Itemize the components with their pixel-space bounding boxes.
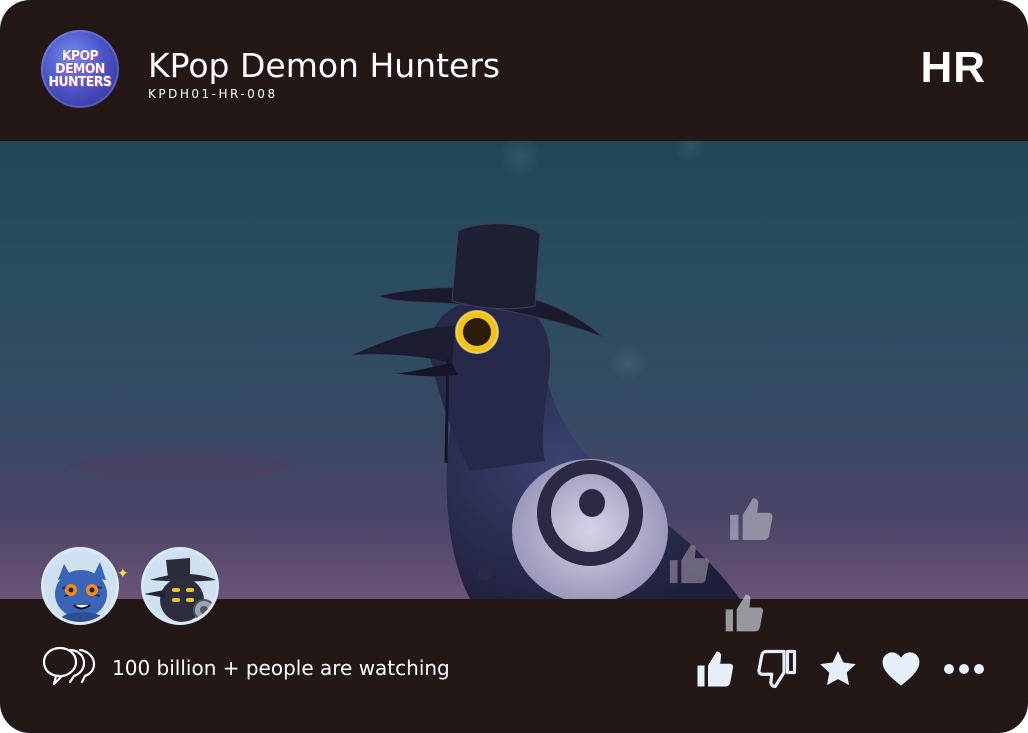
tiger-avatar-icon[interactable] [41,547,119,625]
card-title: KPop Demon Hunters [148,46,501,85]
thumbs-up-icon [669,544,709,584]
thumbs-up-icon [730,498,773,540]
card-artwork [0,141,1028,599]
speech-bubbles-icon [42,646,96,686]
thumbs-up-icon[interactable] [694,648,736,690]
kpop-demon-hunters-logo: KPOP DEMON HUNTERS [41,30,119,108]
trading-card: KPOP DEMON HUNTERS KPop Demon Hunters KP… [0,0,1028,733]
star-icon[interactable] [817,648,859,690]
crow-avatar-icon [144,558,216,622]
heart-icon[interactable] [880,648,922,690]
crow-avatar-icon[interactable] [141,547,219,625]
more-icon[interactable] [943,648,985,690]
rarity-badge: HR [920,43,986,92]
tiger-avatar-icon [55,562,107,622]
sparkle-icon: ✦ [117,566,129,582]
crow-with-hat-icon [70,141,740,599]
card-header: KPOP DEMON HUNTERS KPop Demon Hunters KP… [0,0,1028,141]
card-code: KPDH01-HR-008 [148,87,278,101]
viewers-count-text: 100 billion + people are watching [112,656,450,680]
thumbs-up-icon [725,594,763,632]
thumbs-down-icon[interactable] [756,648,798,690]
